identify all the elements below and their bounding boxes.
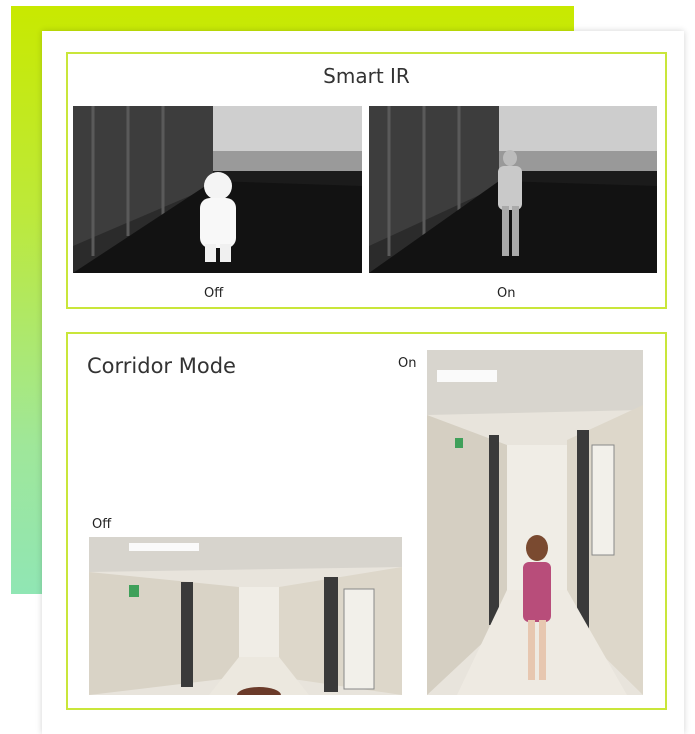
corridor-on-label: On [398, 356, 417, 371]
smart-ir-title: Smart IR [323, 64, 410, 88]
corridor-off-label: Off [92, 517, 112, 532]
smart-ir-on-label: On [497, 286, 516, 301]
corridor-off-photo [89, 537, 402, 695]
smart-ir-off-photo [73, 106, 362, 273]
smart-ir-on-photo [369, 106, 657, 273]
smart-ir-off-label: Off [204, 286, 224, 301]
corridor-on-photo [427, 350, 643, 695]
corridor-mode-title: Corridor Mode [87, 354, 236, 378]
